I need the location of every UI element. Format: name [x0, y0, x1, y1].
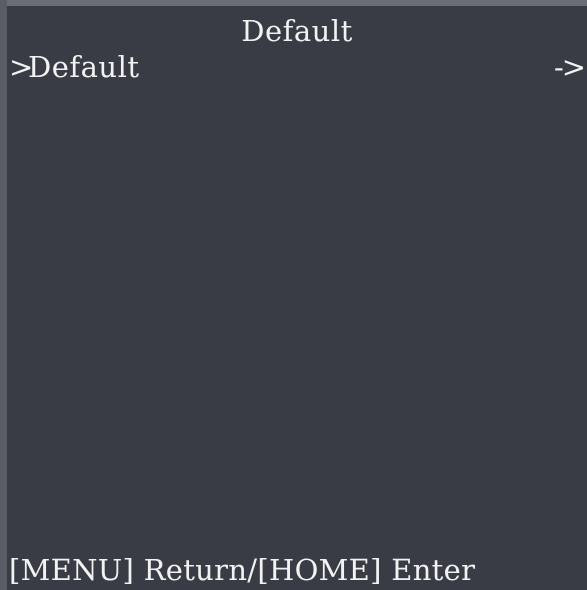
submenu-arrow-icon: ->: [554, 50, 586, 84]
page-title: Default: [241, 14, 353, 48]
menu-item-label: Default: [28, 50, 140, 84]
osd-screen: Default > Default -> [MENU] Return/[HOME…: [0, 0, 587, 590]
menu-item-default[interactable]: > Default ->: [7, 49, 587, 85]
key-hint-footer: [MENU] Return/[HOME] Enter: [9, 553, 476, 587]
